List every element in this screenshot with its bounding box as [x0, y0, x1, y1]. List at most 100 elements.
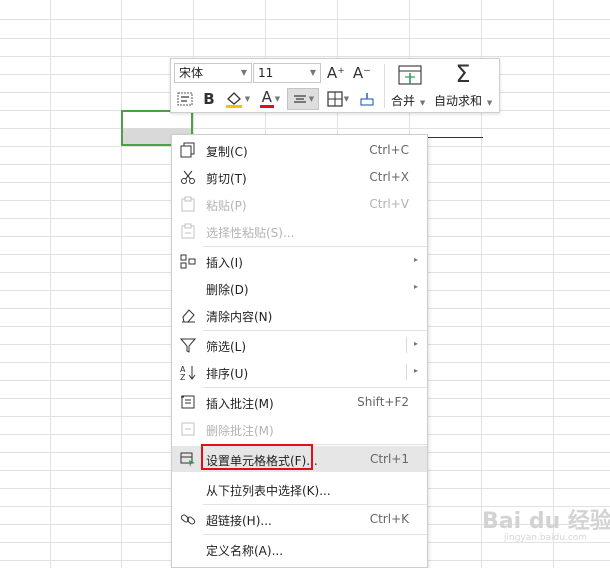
insert-icon	[179, 252, 197, 270]
menu-item-label: 插入批注(M)	[206, 397, 274, 411]
decrease-font-button[interactable]: A⁻	[351, 63, 373, 83]
menu-item-label: 定义名称(A)...	[206, 544, 284, 558]
merge-label-group[interactable]: 合并 ▼	[391, 92, 425, 109]
menu-divider	[203, 330, 427, 331]
menu-item-define-name[interactable]: 定义名称(A)...	[172, 536, 427, 562]
menu-item-label: 粘贴(P)	[206, 199, 247, 213]
menu-item-shortcut: Ctrl+K	[369, 512, 409, 526]
chevron-down-icon: ▼	[309, 68, 316, 77]
font-name-value: 宋体	[179, 66, 204, 80]
menu-divider	[203, 246, 427, 247]
delete-comment-icon	[179, 420, 197, 438]
svg-text:Z: Z	[180, 373, 186, 380]
menu-item-label: 超链接(H)...	[206, 514, 272, 528]
eraser-icon	[179, 306, 197, 324]
highlight-annotation-box	[201, 444, 313, 470]
merge-cells-button[interactable]	[393, 63, 427, 87]
paste-icon	[179, 195, 197, 213]
toolbar-divider	[384, 64, 385, 108]
copy-icon	[179, 141, 197, 159]
format-painter-icon	[360, 93, 374, 106]
paint-bucket-icon	[225, 92, 242, 108]
menu-item-delete-comment: 删除批注(M)	[172, 416, 427, 442]
font-name-select[interactable]: 宋体 ▼	[174, 63, 252, 83]
grid-row-line	[0, 128, 610, 129]
wrap-text-button[interactable]	[175, 89, 195, 109]
decrease-font-icon: A⁻	[352, 64, 372, 82]
scissors-icon	[179, 168, 197, 186]
chevron-down-icon: ▼	[244, 95, 251, 103]
cell-border-line	[426, 137, 483, 138]
menu-item-label: 排序(U)	[206, 367, 249, 381]
font-color-button[interactable]: A ▼	[255, 89, 285, 109]
autosum-button[interactable]: Σ	[451, 60, 475, 88]
grid-row-line	[0, 56, 610, 57]
menu-item-shortcut: Ctrl+X	[369, 170, 409, 184]
context-menu: 复制(C) Ctrl+C 剪切(T) Ctrl+X 粘贴(P) Ctrl+V 选…	[171, 134, 428, 568]
borders-button[interactable]: ▼	[323, 89, 353, 109]
autosum-label: 自动求和	[434, 94, 483, 108]
comment-icon	[179, 393, 197, 411]
menu-item-pick-from-list[interactable]: 从下拉列表中选择(K)...	[172, 476, 427, 502]
align-center-button[interactable]: ▼	[287, 88, 319, 110]
menu-item-shortcut: Ctrl+C	[369, 143, 409, 157]
chevron-down-icon: ▼	[419, 99, 426, 107]
menu-item-hyperlink[interactable]: 超链接(H)... Ctrl+K	[172, 506, 427, 532]
menu-divider	[203, 504, 427, 505]
link-icon	[179, 510, 197, 528]
watermark-subtext: jingyan.baidu.com	[504, 533, 588, 543]
chevron-down-icon: ▼	[308, 95, 315, 103]
menu-item-shortcut: Ctrl+1	[369, 452, 409, 466]
increase-font-icon: A⁺	[326, 64, 346, 82]
baidu-jingyan-watermark: Bai du 经验 jingyan.baidu.com	[482, 503, 610, 543]
menu-divider	[203, 387, 427, 388]
menu-item-label: 剪切(T)	[206, 172, 247, 186]
font-color-icon: A	[259, 90, 274, 108]
autosum-label-group[interactable]: 自动求和 ▼	[434, 92, 492, 109]
menu-item-shortcut: Shift+F2	[357, 395, 409, 409]
grid-row-line	[0, 19, 610, 20]
menu-item-insert[interactable]: 插入(I) ▸	[172, 248, 427, 274]
submenu-arrow-icon: ▸	[413, 255, 418, 264]
menu-item-sort[interactable]: AZ 排序(U) ▸	[172, 359, 427, 385]
sigma-icon: Σ	[455, 60, 471, 88]
grid-column-line	[121, 0, 122, 568]
font-size-select[interactable]: 11 ▼	[253, 63, 321, 83]
menu-item-label: 插入(I)	[206, 256, 243, 270]
submenu-arrow-icon: ▸	[413, 339, 418, 348]
format-painter-button[interactable]	[356, 89, 378, 109]
merge-cells-icon	[398, 65, 422, 85]
menu-item-label: 删除批注(M)	[206, 424, 274, 438]
mini-toolbar: 宋体 ▼ 11 ▼ A⁺ A⁻ B ▼ A ▼ ▼ ▼ 合并 ▼ Σ 自动求和 …	[170, 58, 500, 113]
menu-item-label: 删除(D)	[206, 283, 249, 297]
chevron-down-icon: ▼	[240, 68, 247, 77]
submenu-arrow-icon: ▸	[413, 366, 418, 375]
menu-item-clear-contents[interactable]: 清除内容(N)	[172, 302, 427, 328]
menu-item-label: 清除内容(N)	[206, 310, 273, 324]
submenu-divider	[406, 364, 407, 380]
submenu-divider	[406, 337, 407, 353]
bold-button[interactable]: B	[199, 89, 219, 109]
menu-item-insert-comment[interactable]: 插入批注(M) Shift+F2	[172, 389, 427, 415]
grid-column-line	[553, 0, 554, 568]
menu-item-label: 从下拉列表中选择(K)...	[206, 484, 331, 498]
menu-item-copy[interactable]: 复制(C) Ctrl+C	[172, 137, 427, 163]
increase-font-button[interactable]: A⁺	[325, 63, 347, 83]
fill-color-button[interactable]: ▼	[222, 89, 252, 109]
menu-item-filter[interactable]: 筛选(L) ▸	[172, 332, 427, 358]
paste-special-icon	[179, 222, 197, 240]
font-color-swatch	[259, 105, 274, 108]
menu-item-delete[interactable]: 删除(D) ▸	[172, 275, 427, 301]
chevron-down-icon: ▼	[486, 99, 493, 107]
menu-item-label: 选择性粘贴(S)...	[206, 226, 295, 240]
grid-column-line	[50, 0, 51, 568]
watermark-text: Bai du 经验	[482, 509, 610, 534]
menu-item-cut[interactable]: 剪切(T) Ctrl+X	[172, 164, 427, 190]
menu-item-label: 筛选(L)	[206, 340, 247, 354]
merge-label: 合并	[391, 94, 416, 108]
menu-item-format-cells[interactable]: 设置单元格格式(F)... Ctrl+1	[172, 444, 427, 472]
menu-item-label: 复制(C)	[206, 145, 248, 159]
filter-icon	[179, 336, 197, 354]
wrap-text-icon	[177, 92, 193, 106]
bold-icon: B	[203, 90, 215, 108]
